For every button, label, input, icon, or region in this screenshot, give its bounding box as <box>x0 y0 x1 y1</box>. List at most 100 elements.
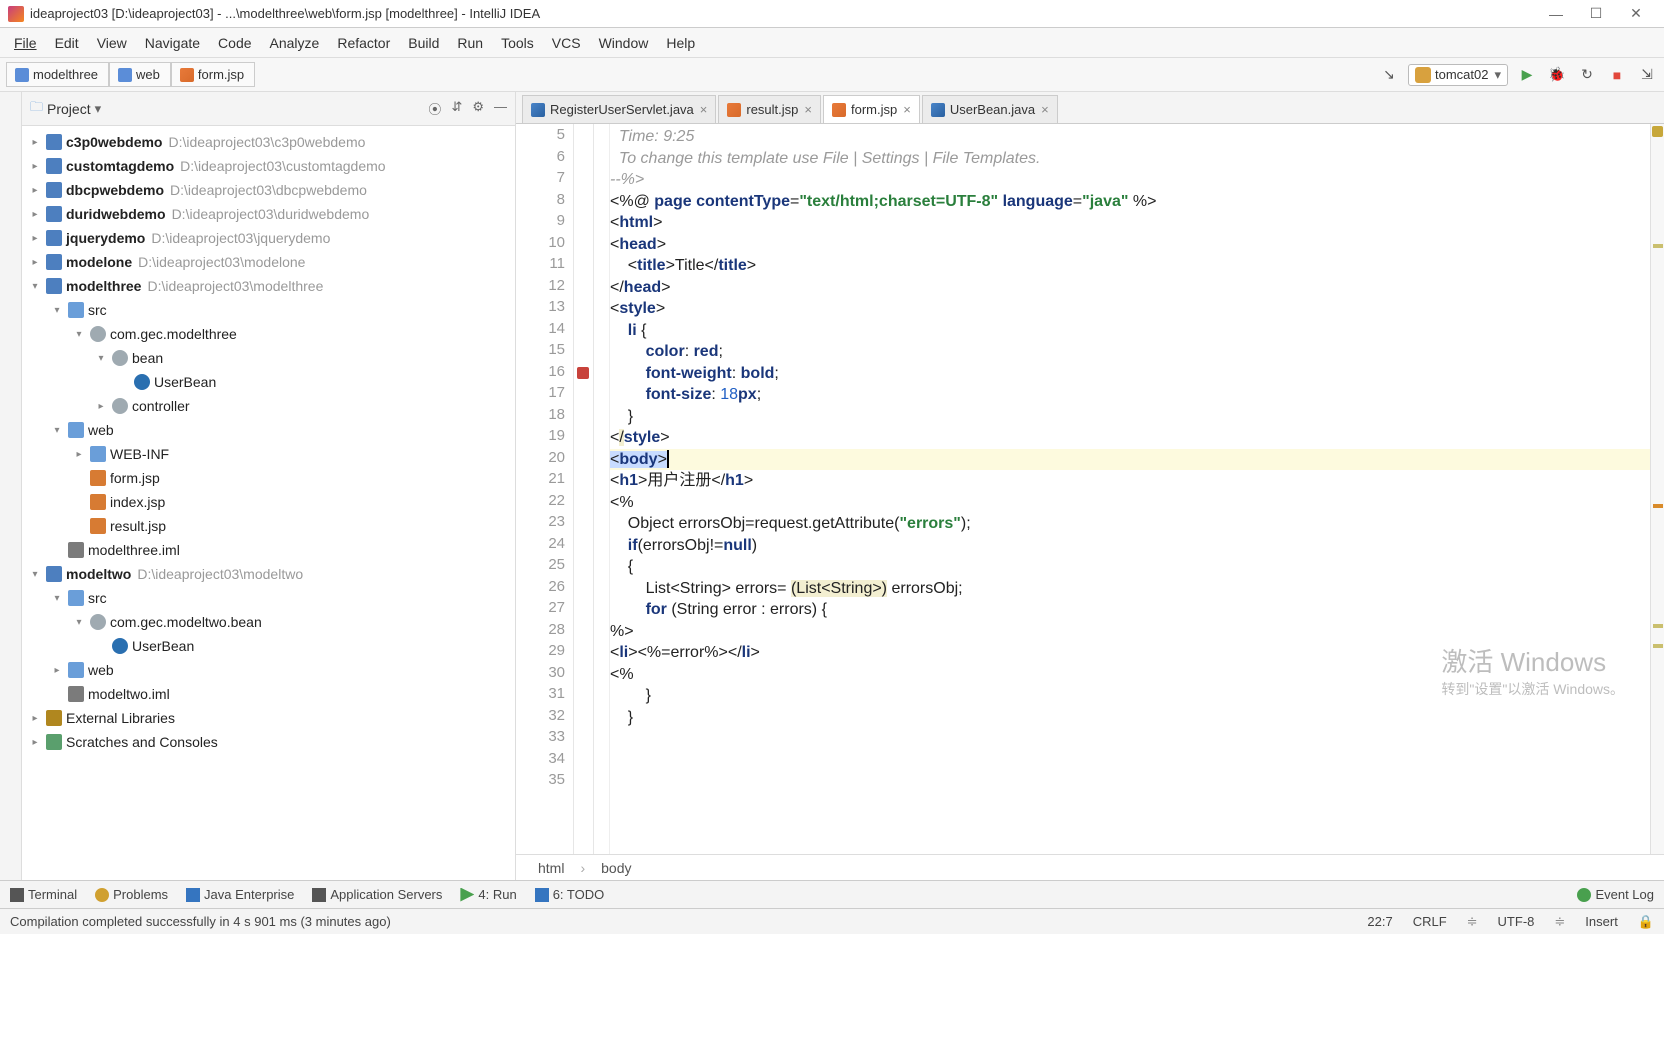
code-area[interactable]: Time: 9:25 To change this template use F… <box>610 124 1650 854</box>
tree-item-controller[interactable]: ▸controller <box>22 394 515 418</box>
tree-item-modelthree-iml[interactable]: modelthree.iml <box>22 538 515 562</box>
tree-item-External Libraries[interactable]: ▸External Libraries <box>22 706 515 730</box>
tab-result-jsp[interactable]: result.jsp× <box>718 95 821 123</box>
stripe-marker[interactable] <box>1653 624 1663 628</box>
analysis-indicator <box>1652 126 1663 137</box>
editor-area: RegisterUserServlet.java×result.jsp×form… <box>516 92 1664 880</box>
menu-refactor[interactable]: Refactor <box>329 31 398 55</box>
crumb-body[interactable]: body <box>601 860 631 876</box>
menu-code[interactable]: Code <box>210 31 259 55</box>
menubar: FileEditViewNavigateCodeAnalyzeRefactorB… <box>0 28 1664 58</box>
close-icon[interactable]: × <box>1041 102 1049 117</box>
tab-java-enterprise[interactable]: Java Enterprise <box>186 887 294 902</box>
menu-tools[interactable]: Tools <box>493 31 542 55</box>
tree-item-UserBean[interactable]: UserBean <box>22 370 515 394</box>
close-icon[interactable]: × <box>903 102 911 117</box>
tree-item-index-jsp[interactable]: index.jsp <box>22 490 515 514</box>
tree-item-modelthree[interactable]: ▾modelthreeD:\ideaproject03\modelthree <box>22 274 515 298</box>
project-tree[interactable]: ▸c3p0webdemoD:\ideaproject03\c3p0webdemo… <box>22 126 515 880</box>
code-editor[interactable]: 5678910111213141516171819202122232425262… <box>516 124 1664 854</box>
tab-todo[interactable]: 6: TODO <box>535 887 605 902</box>
tree-item-modelone[interactable]: ▸modeloneD:\ideaproject03\modelone <box>22 250 515 274</box>
tree-item-com-gec-modeltwo-bean[interactable]: ▾com.gec.modeltwo.bean <box>22 610 515 634</box>
stop-button[interactable]: ■ <box>1606 64 1628 86</box>
chevron-down-icon: ▾ <box>1494 67 1501 83</box>
stripe-marker[interactable] <box>1653 244 1663 248</box>
tree-item-com-gec-modelthree[interactable]: ▾com.gec.modelthree <box>22 322 515 346</box>
menu-build[interactable]: Build <box>400 31 447 55</box>
crumb-html[interactable]: html <box>538 860 564 876</box>
tree-item-web[interactable]: ▾web <box>22 418 515 442</box>
status-lock-icon[interactable]: 🔒 <box>1638 914 1654 930</box>
status-caret-pos[interactable]: 22:7 <box>1367 914 1392 929</box>
menu-run[interactable]: Run <box>449 31 491 55</box>
debug-button[interactable]: 🐞 <box>1546 64 1568 86</box>
menu-window[interactable]: Window <box>591 31 657 55</box>
locate-icon[interactable]: ⦿ <box>428 99 441 118</box>
close-button[interactable]: ✕ <box>1616 5 1656 22</box>
tree-item-UserBean[interactable]: UserBean <box>22 634 515 658</box>
tree-item-customtagdemo[interactable]: ▸customtagdemoD:\ideaproject03\customtag… <box>22 154 515 178</box>
breakpoint-gutter[interactable] <box>574 124 594 854</box>
tree-item-WEB-INF[interactable]: ▸WEB-INF <box>22 442 515 466</box>
build-icon[interactable]: ↘ <box>1378 64 1400 86</box>
rerun-button[interactable]: ↻ <box>1576 64 1598 86</box>
breakpoint-marker[interactable] <box>577 367 589 379</box>
status-encoding[interactable]: UTF-8 <box>1498 914 1535 929</box>
hide-icon[interactable]: — <box>494 99 507 118</box>
tree-item-c3p0webdemo[interactable]: ▸c3p0webdemoD:\ideaproject03\c3p0webdemo <box>22 130 515 154</box>
maximize-button[interactable]: ☐ <box>1576 5 1616 22</box>
tree-item-bean[interactable]: ▾bean <box>22 346 515 370</box>
stripe-marker[interactable] <box>1653 644 1663 648</box>
close-icon[interactable]: × <box>700 102 708 117</box>
tree-item-modeltwo-iml[interactable]: modeltwo.iml <box>22 682 515 706</box>
left-tool-rail[interactable] <box>0 92 22 880</box>
menu-view[interactable]: View <box>89 31 135 55</box>
crumb-web[interactable]: web <box>109 62 171 87</box>
menu-edit[interactable]: Edit <box>47 31 87 55</box>
update-button[interactable]: ⇲ <box>1636 64 1658 86</box>
menu-vcs[interactable]: VCS <box>544 31 589 55</box>
error-stripe[interactable] <box>1650 124 1664 854</box>
tree-item-duridwebdemo[interactable]: ▸duridwebdemoD:\ideaproject03\duridwebde… <box>22 202 515 226</box>
stripe-marker[interactable] <box>1653 504 1663 508</box>
status-message: Compilation completed successfully in 4 … <box>10 914 391 929</box>
collapse-icon[interactable]: ⇵ <box>451 99 462 118</box>
tab-RegisterUserServlet-java[interactable]: RegisterUserServlet.java× <box>522 95 716 123</box>
tree-item-form-jsp[interactable]: form.jsp <box>22 466 515 490</box>
tab-form-jsp[interactable]: form.jsp× <box>823 95 920 123</box>
tab-app-servers[interactable]: Application Servers <box>312 887 442 902</box>
tree-item-web[interactable]: ▸web <box>22 658 515 682</box>
menu-navigate[interactable]: Navigate <box>137 31 208 55</box>
run-config-selector[interactable]: tomcat02 ▾ <box>1408 64 1508 86</box>
status-insert-mode[interactable]: Insert <box>1585 914 1618 929</box>
menu-analyze[interactable]: Analyze <box>262 31 328 55</box>
tree-item-Scratches and Consoles[interactable]: ▸Scratches and Consoles <box>22 730 515 754</box>
status-line-ending[interactable]: CRLF <box>1413 914 1447 929</box>
tree-item-dbcpwebdemo[interactable]: ▸dbcpwebdemoD:\ideaproject03\dbcpwebdemo <box>22 178 515 202</box>
close-icon[interactable]: × <box>804 102 812 117</box>
terminal-icon <box>10 888 24 902</box>
minimize-button[interactable]: — <box>1536 6 1576 22</box>
tab-problems[interactable]: Problems <box>95 887 168 902</box>
chevron-down-icon[interactable]: ▾ <box>95 101 102 117</box>
crumb-form-jsp[interactable]: form.jsp <box>171 62 255 87</box>
tree-item-modeltwo[interactable]: ▾modeltwoD:\ideaproject03\modeltwo <box>22 562 515 586</box>
gear-icon[interactable]: ⚙ <box>472 99 484 118</box>
menu-file[interactable]: File <box>6 31 45 55</box>
tree-item-result-jsp[interactable]: result.jsp <box>22 514 515 538</box>
appservers-icon <box>312 888 326 902</box>
tree-item-src[interactable]: ▾src <box>22 298 515 322</box>
crumb-modelthree[interactable]: modelthree <box>6 62 109 87</box>
run-button[interactable]: ▶ <box>1516 64 1538 86</box>
tab-terminal[interactable]: Terminal <box>10 887 77 902</box>
tree-item-jquerydemo[interactable]: ▸jquerydemoD:\ideaproject03\jquerydemo <box>22 226 515 250</box>
tab-UserBean-java[interactable]: UserBean.java× <box>922 95 1058 123</box>
tab-run[interactable]: 4: Run <box>460 887 516 902</box>
editor-breadcrumbs[interactable]: html › body <box>516 854 1664 880</box>
fold-gutter[interactable] <box>594 124 610 854</box>
tab-event-log[interactable]: Event Log <box>1577 887 1654 902</box>
run-icon <box>460 888 474 902</box>
tree-item-src[interactable]: ▾src <box>22 586 515 610</box>
menu-help[interactable]: Help <box>658 31 703 55</box>
